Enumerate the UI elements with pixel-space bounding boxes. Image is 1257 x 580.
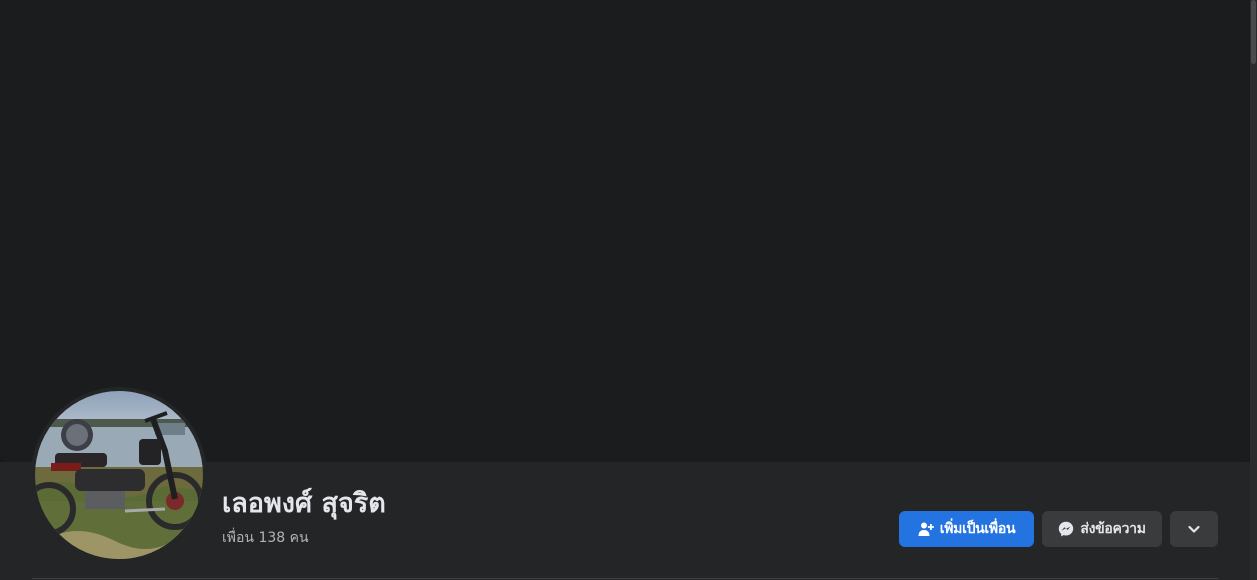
- cover-photo-area[interactable]: [0, 0, 1250, 462]
- send-message-button[interactable]: ส่งข้อความ: [1042, 511, 1162, 547]
- send-message-label: ส่งข้อความ: [1080, 521, 1146, 537]
- messenger-icon: [1058, 521, 1074, 537]
- motorcycle-photo-image: [35, 391, 203, 559]
- profile-name: เลอพงศ์ สุจริต: [222, 488, 386, 519]
- chevron-down-icon: [1186, 521, 1202, 537]
- page-scrollbar[interactable]: [1250, 0, 1257, 580]
- profile-page: เลอพงศ์ สุจริต เพื่อน 138 คน เพิ่มเป็นเพ…: [0, 0, 1257, 580]
- avatar-photo: [35, 391, 203, 559]
- scrollbar-thumb[interactable]: [1251, 0, 1256, 64]
- profile-avatar[interactable]: [31, 387, 207, 563]
- add-friend-button[interactable]: เพิ่มเป็นเพื่อน: [899, 511, 1034, 547]
- add-friend-icon: [918, 521, 934, 537]
- add-friend-label: เพิ่มเป็นเพื่อน: [939, 521, 1016, 537]
- more-options-button[interactable]: [1170, 511, 1218, 547]
- friends-count[interactable]: เพื่อน 138 คน: [222, 528, 309, 548]
- header-divider: [32, 578, 1218, 579]
